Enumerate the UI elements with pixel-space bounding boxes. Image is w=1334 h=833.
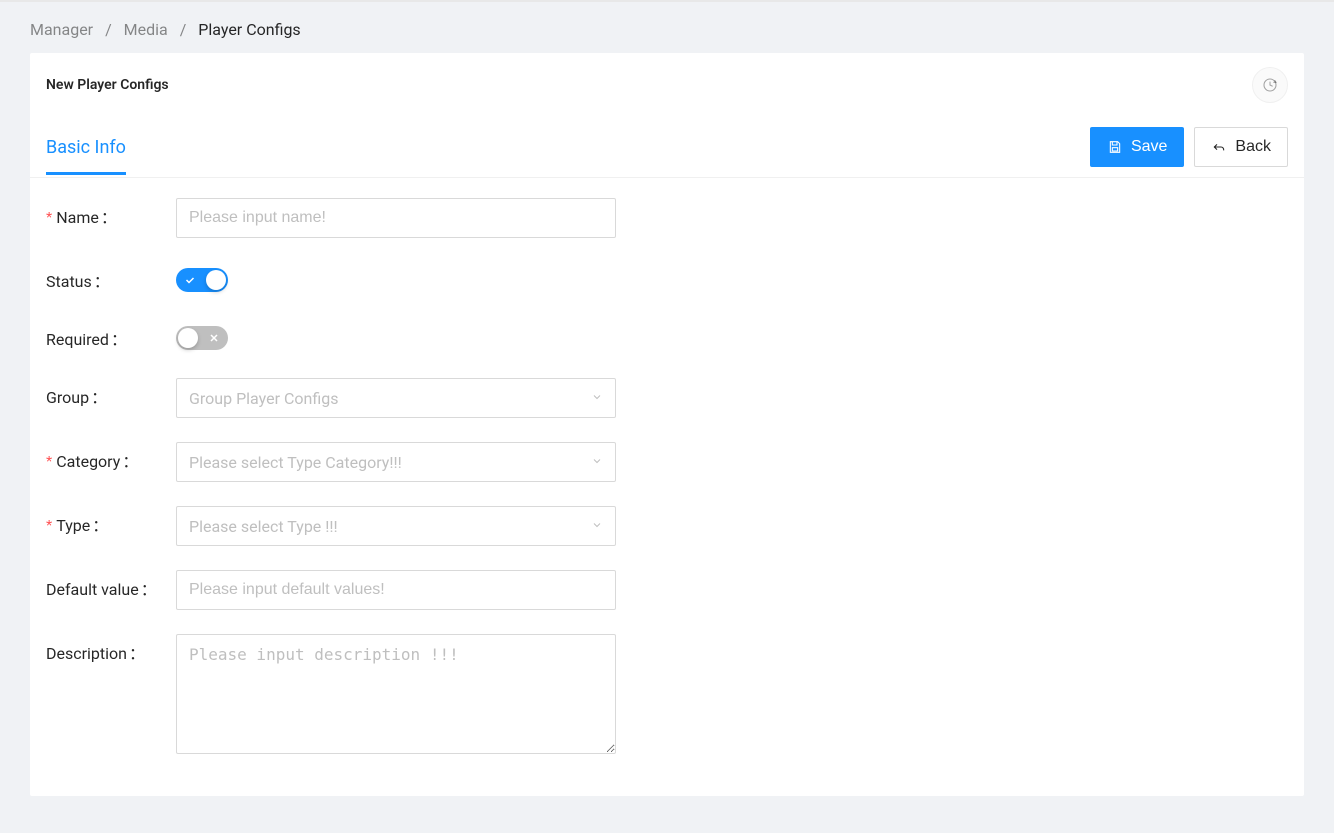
breadcrumb: Manager / Media / Player Configs <box>0 2 1334 53</box>
form: *Name： Status： Required： <box>30 178 1304 796</box>
tabs: Basic Info <box>46 121 158 174</box>
category-select-placeholder: Please select Type Category!!! <box>189 453 402 472</box>
label-type: *Type： <box>46 506 176 536</box>
breadcrumb-media[interactable]: Media <box>124 20 168 39</box>
name-input[interactable] <box>176 198 616 238</box>
tabs-row: Basic Info Save Back <box>30 117 1304 178</box>
row-default-value: Default value： <box>46 570 1288 610</box>
chevron-down-icon <box>591 391 603 406</box>
card-header: New Player Configs <box>30 53 1304 117</box>
actions: Save Back <box>1090 117 1288 177</box>
description-textarea[interactable] <box>176 634 616 754</box>
label-required: Required： <box>46 320 176 350</box>
row-category: *Category： Please select Type Category!!… <box>46 442 1288 482</box>
close-icon <box>208 332 220 344</box>
type-select-placeholder: Please select Type !!! <box>189 517 338 536</box>
breadcrumb-sep: / <box>105 20 112 39</box>
row-description: Description： <box>46 634 1288 758</box>
default-value-input[interactable] <box>176 570 616 610</box>
check-icon <box>184 274 196 286</box>
group-select-placeholder: Group Player Configs <box>189 389 338 408</box>
row-type: *Type： Please select Type !!! <box>46 506 1288 546</box>
breadcrumb-current: Player Configs <box>198 20 300 39</box>
label-group: Group： <box>46 378 176 408</box>
group-select[interactable]: Group Player Configs <box>176 378 616 418</box>
save-button[interactable]: Save <box>1090 127 1184 167</box>
back-icon <box>1211 139 1227 155</box>
row-status: Status： <box>46 262 1288 296</box>
chevron-down-icon <box>591 455 603 470</box>
label-status: Status： <box>46 262 176 292</box>
save-button-label: Save <box>1131 138 1167 156</box>
row-name: *Name： <box>46 198 1288 238</box>
toggle-knob <box>178 328 198 348</box>
label-category: *Category： <box>46 442 176 472</box>
breadcrumb-manager[interactable]: Manager <box>30 20 93 39</box>
history-icon <box>1262 77 1278 93</box>
category-select[interactable]: Please select Type Category!!! <box>176 442 616 482</box>
back-button[interactable]: Back <box>1194 127 1288 167</box>
page-title: New Player Configs <box>46 77 169 93</box>
required-asterisk: * <box>46 518 52 535</box>
required-asterisk: * <box>46 210 52 227</box>
card: New Player Configs Basic Info Save <box>30 53 1304 796</box>
required-toggle[interactable] <box>176 326 228 350</box>
history-button[interactable] <box>1252 67 1288 103</box>
back-button-label: Back <box>1235 138 1271 156</box>
status-toggle[interactable] <box>176 268 228 292</box>
tab-basic-info[interactable]: Basic Info <box>46 121 126 174</box>
label-name: *Name： <box>46 198 176 228</box>
breadcrumb-sep: / <box>180 20 187 39</box>
label-default-value: Default value： <box>46 570 176 600</box>
type-select[interactable]: Please select Type !!! <box>176 506 616 546</box>
toggle-knob <box>206 270 226 290</box>
chevron-down-icon <box>591 519 603 534</box>
save-icon <box>1107 139 1123 155</box>
required-asterisk: * <box>46 454 52 471</box>
row-required: Required： <box>46 320 1288 354</box>
label-description: Description： <box>46 634 176 664</box>
row-group: Group： Group Player Configs <box>46 378 1288 418</box>
